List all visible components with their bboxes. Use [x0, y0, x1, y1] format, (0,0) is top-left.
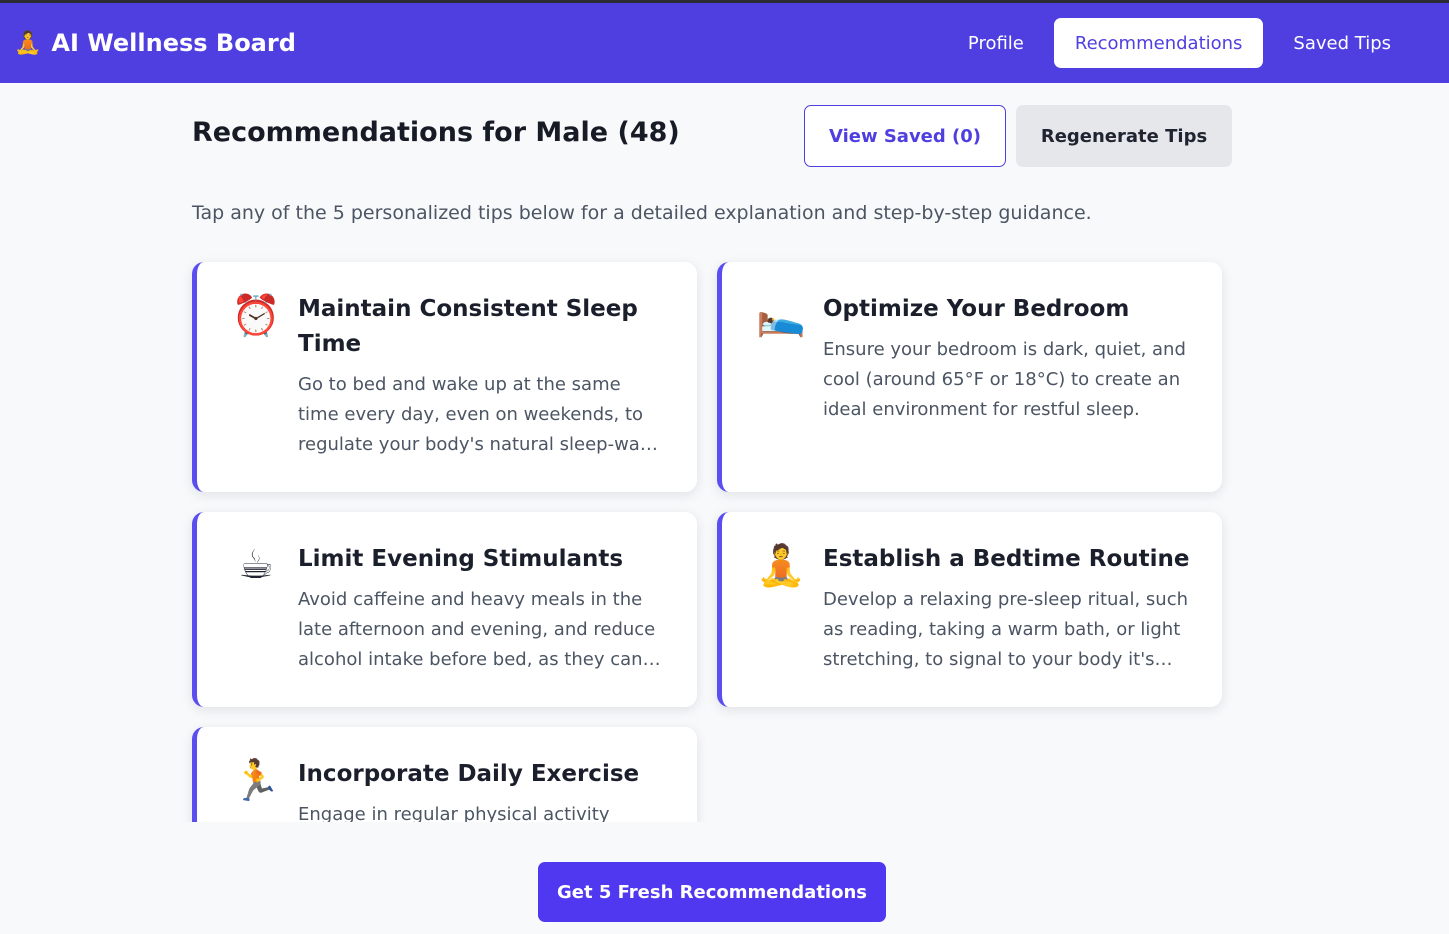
tip-card[interactable]: 🏃 Incorporate Daily Exercise Engage in r… [192, 727, 697, 822]
tip-description: Ensure your bedroom is dark, quiet, and … [823, 339, 1186, 420]
meditation-logo-icon: 🧘 [14, 30, 42, 56]
page-title: Recommendations for Male (48) [192, 117, 680, 148]
top-navbar: 🧘 AI Wellness Board Profile Recommendati… [0, 3, 1449, 83]
nav-profile[interactable]: Profile [947, 18, 1045, 68]
tip-description: Develop a relaxing pre-sleep ritual, suc… [823, 589, 1189, 670]
intro-text: Tap any of the 5 personalized tips below… [192, 202, 1092, 224]
nav-saved-tips[interactable]: Saved Tips [1272, 18, 1412, 68]
tip-title: Incorporate Daily Exercise [298, 761, 640, 787]
tip-title: Optimize Your Bedroom [823, 296, 1130, 322]
tip-description: Go to bed and wake up at the same time e… [298, 374, 661, 455]
tip-card[interactable]: 🛌 Optimize Your Bedroom Ensure your bedr… [717, 262, 1222, 492]
tip-card[interactable]: 🧘 Establish a Bedtime Routine Develop a … [717, 512, 1222, 707]
tip-description: Avoid caffeine and heavy meals in the la… [298, 589, 656, 670]
brand[interactable]: 🧘 AI Wellness Board [14, 3, 296, 83]
nav-recommendations[interactable]: Recommendations [1053, 18, 1264, 68]
tip-title: Maintain Consistent Sleep Time [298, 296, 638, 357]
tip-title: Establish a Bedtime Routine [823, 546, 1190, 572]
nav-links: Profile Recommendations Saved Tips [938, 18, 1412, 68]
tip-description: Engage in regular physical activity [298, 804, 610, 822]
tip-title: Limit Evening Stimulants [298, 546, 624, 572]
running-icon: 🏃 [231, 758, 281, 804]
tips-grid[interactable]: ⏰ Maintain Consistent Sleep Time Go to b… [180, 250, 1240, 822]
tip-card[interactable]: ☕ Limit Evening Stimulants Avoid caffein… [192, 512, 697, 707]
recommendations-header: Recommendations for Male (48) View Saved… [192, 105, 1232, 167]
app-title: AI Wellness Board [51, 29, 296, 57]
meditation-icon: 🧘 [756, 543, 806, 589]
alarm-clock-icon: ⏰ [231, 293, 281, 339]
bed-icon: 🛌 [756, 293, 806, 339]
tip-card[interactable]: ⏰ Maintain Consistent Sleep Time Go to b… [192, 262, 697, 492]
regenerate-tips-button[interactable]: Regenerate Tips [1016, 105, 1232, 167]
get-fresh-recommendations-button[interactable]: Get 5 Fresh Recommendations [538, 862, 886, 922]
view-saved-button[interactable]: View Saved (0) [804, 105, 1006, 167]
coffee-icon: ☕ [238, 542, 274, 588]
